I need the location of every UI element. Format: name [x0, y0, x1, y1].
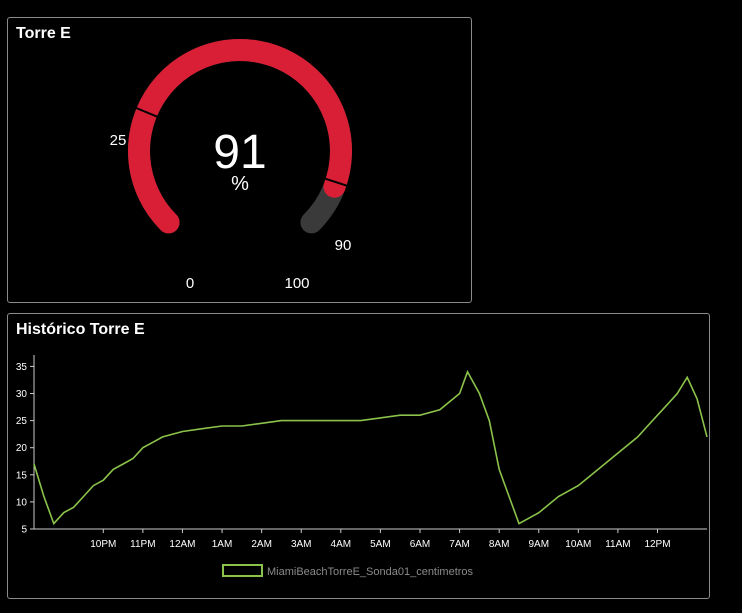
gauge-widget: 91 % 0 100 25 90	[110, 39, 352, 292]
gauge-max-label: 100	[284, 275, 309, 292]
gauge-threshold-low-label: 25	[110, 132, 127, 149]
history-chart: 5 10 15 20 25 30 35 10PM 11PM 12AM 1AM 2AM 3AM 4AM 5A…	[16, 355, 708, 578]
x-tick-label: 7AM	[449, 539, 470, 550]
gauge-min-label: 0	[186, 275, 194, 292]
y-tick-label: 20	[16, 443, 28, 454]
chart-legend[interactable]: MiamiBeachTorreE_Sonda01_centimetros	[222, 564, 474, 578]
legend-swatch[interactable]	[222, 564, 263, 577]
gauge-threshold-high-label: 90	[335, 237, 352, 254]
y-tick-label: 10	[16, 497, 28, 508]
y-tick-label: 30	[16, 389, 28, 400]
x-tick-label: 1AM	[212, 539, 233, 550]
x-tick-label: 4AM	[331, 539, 352, 550]
x-tick-label: 12PM	[644, 539, 670, 550]
x-tick-label: 3AM	[291, 539, 312, 550]
y-tick-label: 35	[16, 362, 28, 373]
x-tick-label: 9AM	[528, 539, 549, 550]
x-tick-label: 8AM	[489, 539, 510, 550]
x-tick-label: 12AM	[169, 539, 195, 550]
legend-label[interactable]: MiamiBeachTorreE_Sonda01_centimetros	[267, 566, 474, 578]
chart-x-axis: 10PM 11PM 12AM 1AM 2AM 3AM 4AM 5AM 6AM 7AM 8AM 9AM 1…	[34, 528, 707, 550]
chart-series-line	[33, 369, 708, 526]
x-tick-label: 2AM	[251, 539, 272, 550]
y-tick-label: 15	[16, 470, 28, 481]
gauge-panel: Torre E 91 % 0 100 25 90	[7, 17, 472, 303]
gauge-value: 91	[213, 126, 266, 179]
y-tick-label: 25	[16, 416, 28, 427]
x-tick-label: 6AM	[410, 539, 431, 550]
history-panel: Histórico Torre E 5 10 15 20 25 30 35 10PM 11PM…	[7, 313, 710, 599]
x-tick-label: 10PM	[90, 539, 116, 550]
gauge-unit: %	[231, 173, 249, 195]
x-tick-label: 10AM	[565, 539, 591, 550]
x-tick-label: 5AM	[370, 539, 391, 550]
x-tick-label: 11AM	[605, 539, 630, 550]
y-tick-label: 5	[21, 525, 27, 536]
chart-y-axis: 5 10 15 20 25 30 35	[16, 355, 35, 536]
x-tick-label: 11PM	[130, 539, 155, 550]
